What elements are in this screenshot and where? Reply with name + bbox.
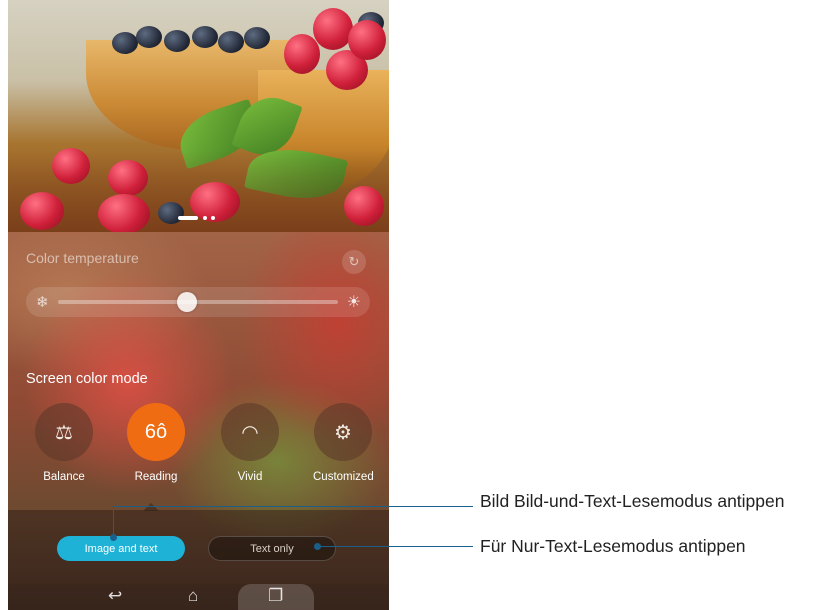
slider-track: [58, 300, 338, 304]
page-dot: [203, 216, 207, 220]
blueberry: [158, 202, 184, 224]
callout-image-and-text: Bild Bild-und-Text-Lesemodus antippen: [480, 491, 785, 511]
blueberry: [244, 27, 270, 49]
blueberry: [192, 26, 218, 48]
raspberry: [20, 192, 64, 230]
raspberry: [284, 34, 320, 74]
mode-customized[interactable]: ⚙ Customized: [313, 403, 374, 483]
raspberry: [344, 186, 384, 226]
home-icon[interactable]: ⌂: [188, 586, 198, 606]
color-temperature-label: Color temperature: [26, 250, 139, 266]
mode-reading[interactable]: 6ô Reading: [126, 403, 186, 483]
blueberry: [112, 32, 138, 54]
color-temperature-slider[interactable]: ❄ ☀: [26, 287, 370, 317]
blueberry: [218, 31, 244, 53]
blueberry: [136, 26, 162, 48]
mode-label: Vivid: [237, 471, 263, 483]
raspberry: [108, 160, 148, 196]
callout-dot: [110, 534, 117, 541]
snowflake-icon: ❄: [36, 294, 49, 311]
mode-vivid[interactable]: ◠ Vivid: [220, 403, 280, 483]
page-dot-active: [178, 216, 198, 220]
raspberry: [52, 148, 90, 184]
sun-icon: ☀: [346, 294, 361, 311]
raspberry: [98, 194, 150, 232]
raspberry: [348, 20, 386, 60]
glasses-icon: 6ô: [127, 403, 185, 461]
page-dot: [211, 216, 215, 220]
reset-button[interactable]: ↻: [342, 250, 366, 274]
callout-line: [113, 506, 473, 507]
screen-color-mode-label: Screen color mode: [26, 371, 148, 387]
navigation-bar: ↩ ⌂ ❐: [8, 584, 389, 610]
image-and-text-button[interactable]: Image and text: [57, 536, 185, 561]
rainbow-icon: ◠: [221, 403, 279, 461]
scale-icon: ⚖: [35, 403, 93, 461]
recent-apps-icon[interactable]: ❐: [268, 586, 283, 606]
mode-label: Customized: [313, 471, 374, 483]
callout-dot: [314, 543, 321, 550]
refresh-icon: ↻: [348, 254, 360, 269]
custom-settings-icon: ⚙: [314, 403, 372, 461]
blueberry: [164, 30, 190, 52]
callout-line: [318, 546, 473, 547]
mode-label: Balance: [43, 471, 85, 483]
raspberry: [313, 8, 353, 50]
slider-thumb[interactable]: [176, 292, 197, 312]
mode-label: Reading: [134, 471, 178, 483]
callout-text-only: Für Nur-Text-Lesemodus antippen: [480, 536, 746, 556]
mode-balance[interactable]: ⚖ Balance: [34, 403, 94, 483]
back-icon[interactable]: ↩: [108, 586, 122, 606]
wallpaper-preview: [8, 0, 389, 232]
